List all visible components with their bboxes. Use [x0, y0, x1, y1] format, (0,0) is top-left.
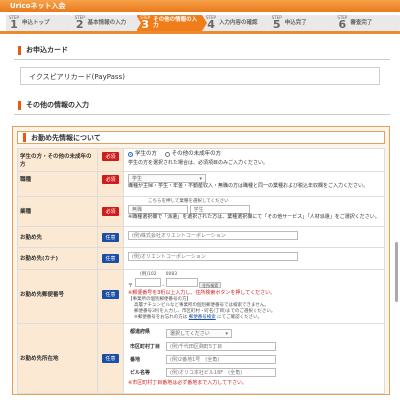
occupation-select[interactable]: 学生 ▾ [128, 174, 206, 183]
step-5: STEP 5 申込完了 [268, 15, 339, 31]
street-label: 番地 [130, 357, 141, 363]
work-info-box: お勤め先情報について 学生の方・その他の未成年の方 必須 学生の方 その他の未成… [12, 126, 390, 395]
postal-search-link[interactable]: 郵便番号検索 [189, 315, 216, 320]
company-label: お勤め先 [17, 226, 98, 248]
postal-dash: - [162, 283, 165, 289]
card-name: イクスピアリカード(PayPass) [29, 73, 125, 81]
card-section-title: お申込カード [14, 40, 390, 60]
step-1: STEP 1 申込トップ [6, 15, 76, 31]
company-kana-label: お勤め先(カナ) [17, 247, 98, 270]
address-grid: 都道府県 選択してください ▾ 市区町村丁目 (例)千代田区麹町5丁目 番地 (… [128, 326, 278, 380]
row-industry: 業種 必須 こちらを押して業種を選択してください 無職 学生 ※職種選択欄で「派… [17, 196, 385, 227]
street-input[interactable]: (例)2番地1号 (全角) [166, 355, 276, 364]
row-student: 学生の方・その他の未成年の方 必須 学生の方 その他の未成年の方 学生の方を選択… [17, 148, 385, 172]
chevron-down-icon: ▾ [225, 331, 228, 337]
work-section-title: お勤め先情報について [17, 131, 385, 144]
step-label: 申込完了 [284, 20, 307, 26]
step-label: 申込トップ [22, 20, 50, 26]
step-3-active: STEP 3 その他の情報の入力 [137, 15, 207, 31]
optional-badge: 任意 [102, 254, 119, 263]
postal-label: お勤め先郵便番号 [17, 269, 98, 324]
radio-selected-icon [128, 152, 133, 157]
city-label: 市区町村丁目 [130, 344, 161, 350]
card-name-box: イクスピアリカード(PayPass) [20, 67, 380, 85]
row-address: お勤め先所在地 任意 都道府県 選択してください ▾ 市区町村丁目 (例)千代田… [17, 323, 385, 394]
work-info-table: 学生の方・その他の未成年の方 必須 学生の方 その他の未成年の方 学生の方を選択… [17, 148, 385, 394]
industry-note: ※職種選択欄で「派遣」を選択された方は、業種選択欄にて「その他サービス」「人材派… [128, 214, 380, 220]
required-badge: 必須 [102, 207, 119, 216]
app-header: Uricoネット入会 [0, 0, 400, 12]
radio-other-minor[interactable]: その他の未成年の方 [164, 151, 221, 158]
occupation-note: 職種が主婦・学生・年金・不動産収入・無職の方は職種と同一の業種および税込年収欄を… [128, 183, 369, 189]
radio-unselected-icon [164, 152, 170, 157]
student-label: 学生の方・その他の未成年の方 [17, 148, 98, 172]
section-bar-icon [23, 133, 26, 142]
building-label: ビル名等 [130, 370, 151, 376]
chevron-down-icon: ▾ [199, 176, 202, 182]
postal-second-input[interactable] [165, 278, 198, 287]
postal-mark: 〒 [128, 283, 134, 289]
building-input[interactable]: (例)オリコ本社ビル18F (全角) [166, 368, 276, 377]
app-title: Uricoネット入会 [10, 2, 66, 10]
required-badge: 必須 [102, 152, 119, 161]
postal-warning: ※郵便番号を3桁以上入力し、住所検索ボタンを押してください。 [128, 290, 276, 296]
company-input[interactable]: (例)株式会社オリエントコーポレーション [128, 231, 298, 240]
radio-student[interactable]: 学生の方 [128, 151, 157, 158]
row-occupation: 職種 必須 学生 ▾ 職種が主婦・学生・年金・不動産収入・無職の方は職種と同一の… [17, 171, 385, 197]
postal-note-4: ※郵便番号をお忘れの方は 郵便番号検索 にてご確認ください。 [134, 315, 263, 320]
optional-badge: 任意 [102, 354, 119, 363]
scrollbar-thumb[interactable] [395, 242, 398, 302]
step-6: STEP 6 審査完了 [334, 15, 400, 31]
industry-minor-field[interactable]: 学生 [189, 205, 250, 214]
address-label: お勤め先所在地 [17, 323, 98, 394]
row-company: お勤め先 任意 (例)株式会社オリエントコーポレーション [17, 226, 385, 248]
industry-label: 業種 [17, 196, 98, 227]
step-4: STEP 4 入力内容の確認 [203, 15, 273, 31]
occupation-label: 職種 [17, 171, 98, 197]
row-postal: お勤め先郵便番号 任意 (例)102 0083 〒 - 住所検索 ※郵便番号を3… [17, 269, 385, 324]
section-bar-icon [18, 100, 21, 110]
step-label: その他の情報の入力 [153, 17, 198, 29]
row-company-kana: お勤め先(カナ) 任意 (例)オリエントコーポレーション [17, 247, 385, 270]
pref-label: 都道府県 [130, 329, 151, 335]
address-search-button[interactable]: 住所検索 [199, 282, 222, 288]
student-note: 学生の方を選択された場合は、必須項目のみご入力ください。 [128, 160, 269, 166]
step-label: 基本情報の入力 [87, 20, 127, 26]
step-label: 審査完了 [350, 20, 373, 26]
optional-badge: 任意 [102, 290, 119, 299]
step-2: STEP 2 基本情報の入力 [71, 15, 141, 31]
optional-badge: 任意 [102, 233, 119, 242]
step-label: 入力内容の確認 [219, 20, 258, 26]
section-bar-icon [18, 45, 21, 55]
prefecture-select[interactable]: 選択してください ▾ [166, 329, 232, 338]
required-badge: 必須 [102, 175, 119, 184]
city-input[interactable]: (例)千代田区麹町5丁目 [166, 342, 276, 351]
other-section-title: その他の情報の入力 [14, 95, 390, 115]
address-warning: ※市区町村丁目番地は必ず番地まで入力して下さい。 [128, 380, 248, 386]
industry-major-field[interactable]: 無職 [128, 205, 188, 214]
company-kana-input[interactable]: (例)オリエントコーポレーション [128, 252, 298, 261]
step-progress: STEP 1 申込トップ STEP 2 基本情報の入力 STEP 3 その他の情報の入… [0, 12, 400, 34]
postal-first-input[interactable] [134, 278, 161, 287]
